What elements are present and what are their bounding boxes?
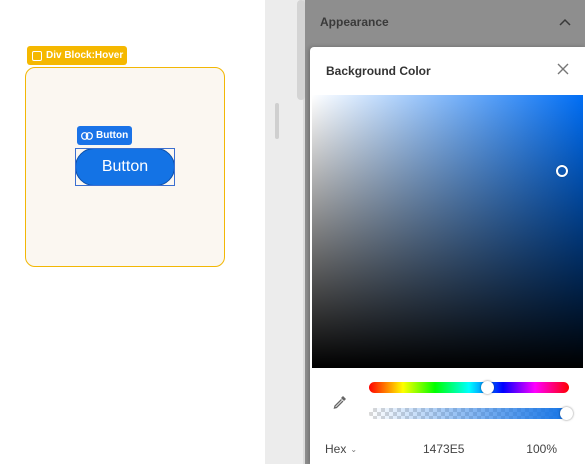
button-tag-label: Button xyxy=(96,130,129,141)
button-element-tag[interactable]: Button xyxy=(77,126,132,145)
section-title: Appearance xyxy=(320,15,389,29)
chevron-down-icon: ⌄ xyxy=(350,444,358,454)
div-block-icon xyxy=(32,50,42,61)
color-format-select[interactable]: Hex ⌄ xyxy=(325,442,357,456)
hue-slider-thumb[interactable] xyxy=(481,381,494,394)
color-picker-popup: Background Color Hex ⌄ 1473E5 100% xyxy=(310,47,585,464)
scrollbar-thumb[interactable] xyxy=(297,0,305,100)
hue-slider[interactable] xyxy=(369,382,569,393)
opacity-input[interactable]: 100% xyxy=(526,442,557,456)
saturation-value-area[interactable] xyxy=(312,95,583,368)
format-label: Hex xyxy=(325,442,347,456)
design-canvas: Div Block:Hover Button Button xyxy=(0,0,265,464)
opacity-slider[interactable] xyxy=(369,408,569,419)
preview-button[interactable]: Button xyxy=(75,148,175,186)
link-icon xyxy=(81,131,93,140)
eyedropper-icon[interactable] xyxy=(332,394,348,410)
color-handle[interactable] xyxy=(556,165,568,177)
resize-handle[interactable] xyxy=(275,103,279,139)
hex-input[interactable]: 1473E5 xyxy=(423,442,464,456)
element-hover-tag: Div Block:Hover xyxy=(27,46,127,65)
chevron-up-icon[interactable] xyxy=(559,15,571,29)
opacity-slider-thumb[interactable] xyxy=(560,407,573,420)
panel-gutter xyxy=(265,0,305,464)
appearance-section-header[interactable]: Appearance xyxy=(305,0,585,44)
hover-tag-label: Div Block:Hover xyxy=(46,50,124,61)
close-icon[interactable] xyxy=(555,61,571,77)
color-picker-title: Background Color xyxy=(326,64,431,78)
